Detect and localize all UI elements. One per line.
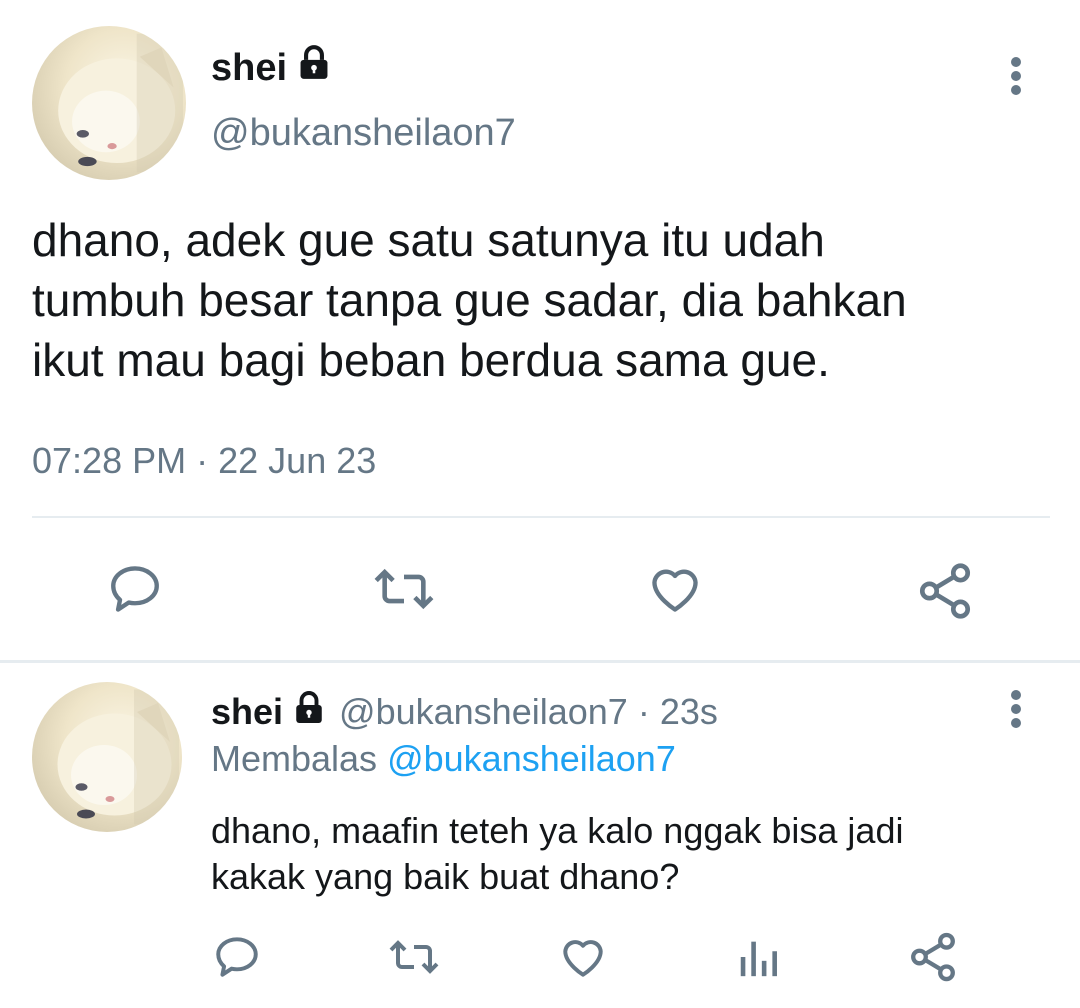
timestamp-separator: ·	[637, 691, 650, 732]
display-name-text: shei	[211, 46, 288, 89]
retweet-icon	[374, 568, 434, 610]
heart-icon	[652, 569, 698, 612]
share-icon	[911, 932, 955, 982]
cat-avatar-image	[57, 689, 179, 825]
tweet-text-line: dhano, maafin teteh ya kalo nggak bisa j…	[211, 810, 904, 851]
retweet-button[interactable]	[386, 932, 442, 982]
avatar[interactable]	[32, 26, 186, 180]
analytics-button[interactable]	[736, 934, 780, 980]
reply-header: shei @bukansheilaon7 · 23s	[211, 690, 718, 734]
share-button[interactable]	[906, 930, 960, 984]
like-button[interactable]	[646, 560, 704, 618]
lock-icon	[291, 690, 327, 735]
lock-icon	[295, 44, 333, 92]
more-vertical-icon[interactable]	[1010, 57, 1022, 95]
heart-icon	[563, 940, 603, 977]
share-button[interactable]	[914, 560, 976, 622]
tweet-text: dhano, maafin teteh ya kalo nggak bisa j…	[211, 808, 1071, 900]
reply-button[interactable]	[212, 932, 262, 982]
display-name[interactable]: shei	[211, 44, 333, 92]
reply-icon	[216, 937, 258, 977]
replying-to: Membalas @bukansheilaon7	[211, 738, 676, 780]
tweet-text-line: kakak yang baik buat dhano?	[211, 856, 680, 897]
share-icon	[919, 563, 971, 619]
reply-button[interactable]	[106, 560, 164, 618]
reply-icon	[111, 566, 159, 612]
tweet-text: dhano, adek gue satu satunya itu udah tu…	[32, 210, 1062, 390]
tweet-timestamp[interactable]: 07:28 PM · 22 Jun 23	[32, 440, 376, 482]
section-divider	[0, 660, 1080, 663]
like-button[interactable]	[558, 932, 608, 982]
tweet-date: 22 Jun 23	[218, 440, 377, 481]
cat-avatar-image	[58, 33, 183, 173]
tweet-text-line: tumbuh besar tanpa gue sadar, dia bahkan	[32, 274, 907, 326]
tweet-age[interactable]: 23s	[660, 691, 718, 733]
avatar[interactable]	[32, 682, 182, 832]
display-name-text[interactable]: shei	[211, 691, 283, 733]
divider	[32, 516, 1050, 518]
retweet-icon	[389, 940, 439, 974]
analytics-icon	[740, 941, 777, 977]
tweet-text-line: ikut mau bagi beban berdua sama gue.	[32, 334, 830, 386]
replying-label: Membalas	[211, 738, 378, 779]
tweet-time: 07:28 PM	[32, 440, 187, 481]
tweet-text-line: dhano, adek gue satu satunya itu udah	[32, 214, 825, 266]
handle[interactable]: @bukansheilaon7	[339, 691, 628, 733]
timestamp-separator: ·	[196, 440, 209, 481]
more-vertical-icon[interactable]	[1010, 690, 1022, 728]
retweet-button[interactable]	[370, 560, 438, 618]
handle[interactable]: @bukansheilaon7	[211, 112, 516, 155]
replying-to-handle[interactable]: @bukansheilaon7	[387, 738, 676, 779]
